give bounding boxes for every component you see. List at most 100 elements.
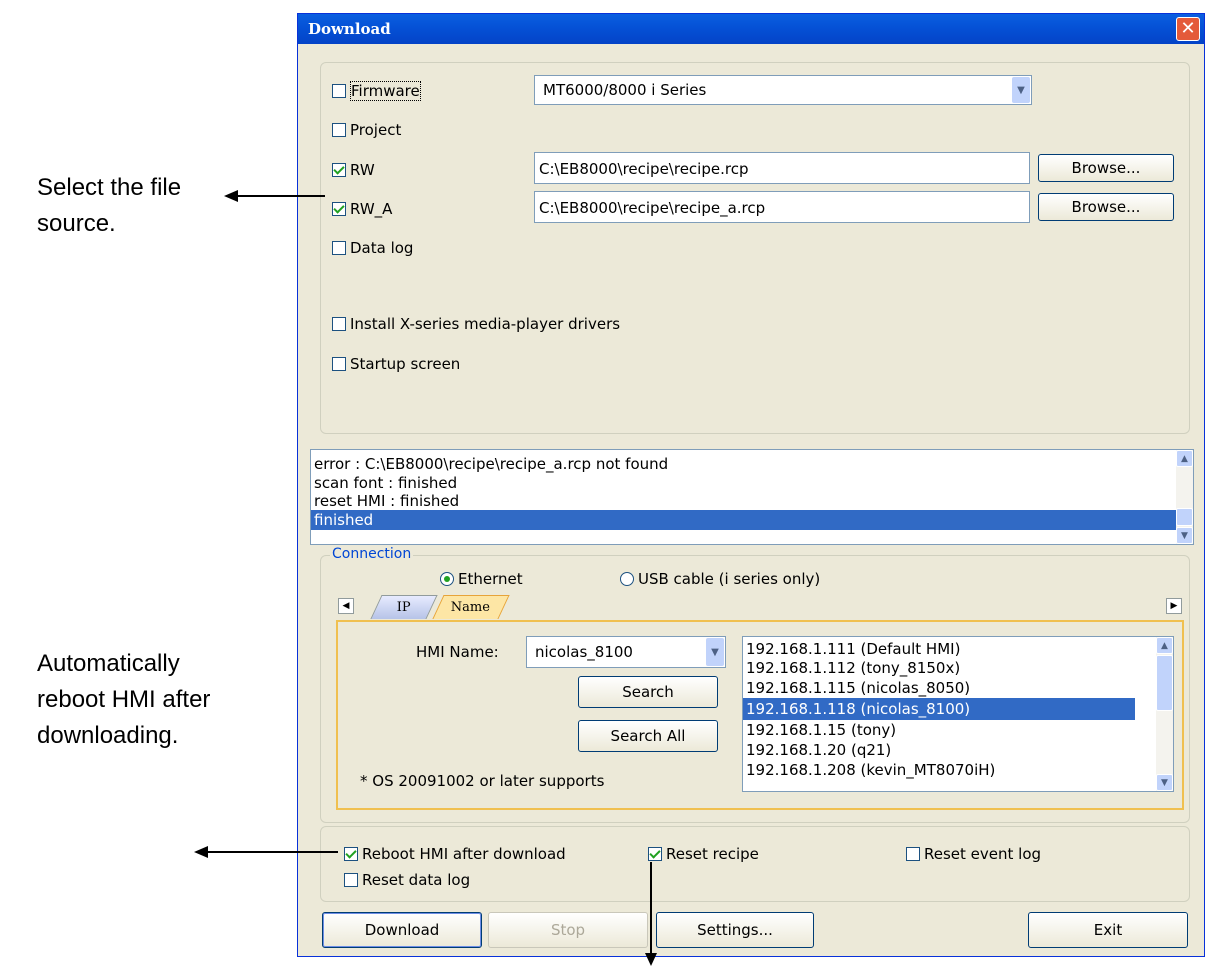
hmi-row[interactable]: 192.168.1.208 (kevin_MT8070iH) [743,760,1135,780]
reboot-checkbox[interactable]: Reboot HMI after download [344,844,566,864]
hmi-row[interactable]: 192.168.1.112 (tony_8150x) [743,659,1135,678]
media-player-label: Install X-series media-player drivers [350,315,621,333]
search-button[interactable]: Search [578,676,718,708]
checkbox-box [332,317,346,331]
annotation-line: downloading. [37,722,179,749]
chevron-down-icon[interactable]: ▼ [1012,77,1030,103]
rw-a-browse-button[interactable]: Browse... [1038,193,1174,221]
download-dialog: Download ✕ Firmware MT6000/8000 i Series… [297,13,1205,957]
scroll-down-icon[interactable]: ▼ [1156,774,1173,791]
reset-data-log-label: Reset data log [362,871,471,889]
log-scrollbar[interactable]: ▲ ▼ [1176,450,1193,544]
search-all-button[interactable]: Search All [578,720,718,752]
usb-label: USB cable (i series only) [638,570,821,588]
settings-button[interactable]: Settings... [656,912,814,948]
hmi-row[interactable]: 192.168.1.115 (nicolas_8050) [743,678,1135,698]
hmi-list[interactable]: 192.168.1.111 (Default HMI) 192.168.1.11… [742,636,1174,792]
ethernet-radio[interactable]: Ethernet [440,570,523,588]
rw-a-label: RW_A [350,200,393,218]
log-row: error : C:\EB8000\recipe\recipe_a.rcp no… [314,455,669,473]
title-bar: Download ✕ [298,14,1204,44]
annotation-line: source. [37,210,116,237]
scroll-up-icon[interactable]: ▲ [1156,637,1173,654]
rw-a-checkbox[interactable]: RW_A [332,199,392,219]
startup-screen-label: Startup screen [350,355,461,373]
data-log-checkbox[interactable]: Data log [332,238,413,258]
hmi-name-value: nicolas_8100 [535,643,633,661]
log-list[interactable]: error : C:\EB8000\recipe\recipe_a.rcp no… [310,449,1194,545]
series-value: MT6000/8000 i Series [543,81,707,99]
checkbox-box [332,123,346,137]
tab-name[interactable]: Name [432,595,510,619]
rw-checkbox[interactable]: RW [332,160,375,180]
annotation-line: reboot HMI after [37,686,211,713]
checkbox-box [906,847,920,861]
checkbox-box [648,847,662,861]
usb-radio[interactable]: USB cable (i series only) [620,570,820,588]
download-button[interactable]: Download [322,912,482,948]
reset-recipe-checkbox[interactable]: Reset recipe [648,844,759,864]
hmi-name-label-text: HMI Name: [416,643,499,661]
hmi-row[interactable]: 192.168.1.111 (Default HMI) [743,639,1135,659]
checkbox-box [332,163,346,177]
checkbox-box [344,873,358,887]
reset-data-log-checkbox[interactable]: Reset data log [344,870,470,890]
checkbox-box [344,847,358,861]
hmi-name-label: HMI Name: [416,643,499,661]
hmi-rows: 192.168.1.111 (Default HMI) 192.168.1.11… [743,639,1135,780]
log-rows: error : C:\EB8000\recipe\recipe_a.rcp no… [311,454,1177,530]
ethernet-label: Ethernet [458,570,523,588]
radio-circle [440,572,454,586]
data-log-label: Data log [350,239,414,257]
os-note: * OS 20091002 or later supports [360,772,605,790]
dialog-title: Download [308,20,391,38]
reset-event-log-checkbox[interactable]: Reset event log [906,844,1041,864]
scroll-down-icon[interactable]: ▼ [1176,527,1193,544]
chevron-down-icon[interactable]: ▼ [706,638,724,666]
checkbox-box [332,202,346,216]
hmi-row[interactable]: 192.168.1.15 (tony) [743,720,1135,740]
tab-scroll-left-icon[interactable]: ◀ [338,598,354,614]
media-player-checkbox[interactable]: Install X-series media-player drivers [332,314,620,334]
tab-scroll-right-icon[interactable]: ▶ [1166,598,1182,614]
log-row: scan font : finished [314,474,458,492]
connection-legend: Connection [330,546,414,562]
firmware-checkbox[interactable]: Firmware [332,81,421,101]
file-options-group [320,62,1190,434]
exit-button[interactable]: Exit [1028,912,1188,948]
annotation-line: Automatically [37,650,180,677]
annotation-file-source: Select the file source. [37,170,181,242]
close-icon[interactable]: ✕ [1176,17,1200,41]
scroll-up-icon[interactable]: ▲ [1176,450,1193,467]
startup-screen-checkbox[interactable]: Startup screen [332,354,460,374]
radio-circle [620,572,634,586]
hmi-row-selected[interactable]: 192.168.1.118 (nicolas_8100) [743,698,1135,720]
project-label: Project [350,121,402,139]
checkbox-box [332,357,346,371]
rw-a-path-field[interactable]: C:\EB8000\recipe\recipe_a.rcp [534,191,1030,223]
stop-button[interactable]: Stop [488,912,648,948]
rw-browse-button[interactable]: Browse... [1038,154,1174,182]
series-select[interactable]: MT6000/8000 i Series ▼ [534,75,1032,105]
hmi-row[interactable]: 192.168.1.20 (q21) [743,740,1135,760]
reset-event-log-label: Reset event log [924,845,1042,863]
scroll-thumb[interactable] [1156,655,1173,711]
tab-ip-label: IP [396,600,411,615]
log-row-selected: finished [311,510,1177,530]
rw-a-path-value: C:\EB8000\recipe\recipe_a.rcp [539,199,766,217]
reboot-label: Reboot HMI after download [362,845,566,863]
rw-label: RW [350,161,375,179]
hmi-name-select[interactable]: nicolas_8100 ▼ [526,636,726,668]
rw-path-value: C:\EB8000\recipe\recipe.rcp [539,160,749,178]
scroll-thumb[interactable] [1176,508,1193,526]
rw-path-field[interactable]: C:\EB8000\recipe\recipe.rcp [534,152,1030,184]
hmi-list-scrollbar[interactable]: ▲ ▼ [1156,637,1173,791]
checkbox-box [332,84,346,98]
tab-strip: ◀ IP Name ▶ [338,595,1182,621]
annotation-line: Select the file [37,174,182,201]
tab-ip[interactable]: IP [370,595,438,619]
firmware-label: Firmware [350,81,421,101]
reset-recipe-label: Reset recipe [666,845,759,863]
project-checkbox[interactable]: Project [332,120,401,140]
checkbox-box [332,241,346,255]
